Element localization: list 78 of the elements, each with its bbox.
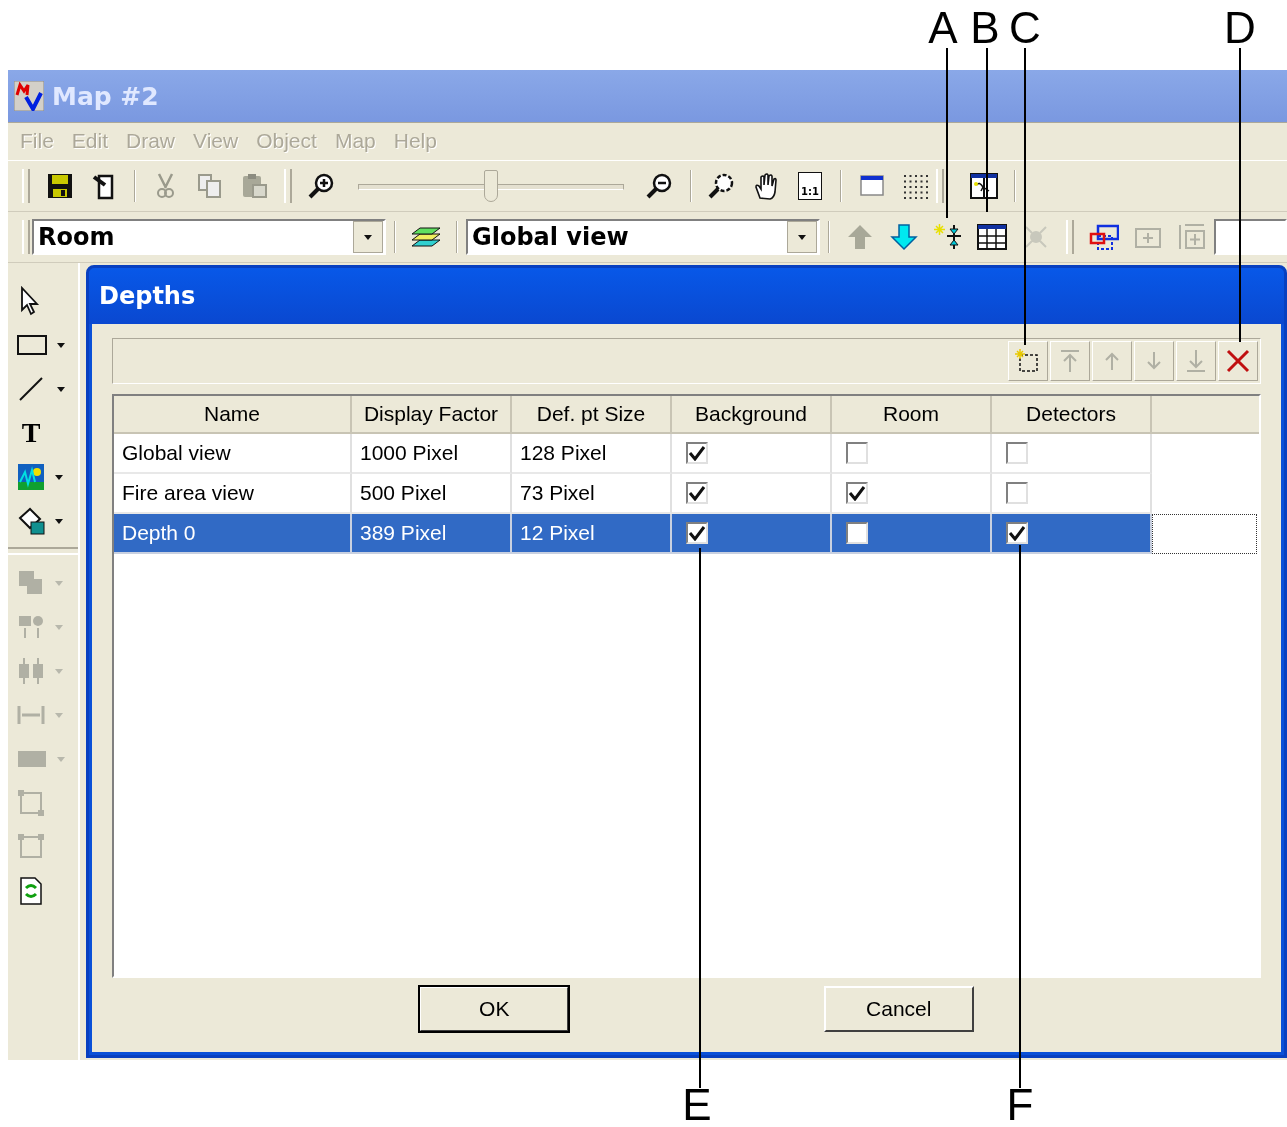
down-arrow-icon[interactable] xyxy=(890,223,918,251)
properties-icon[interactable] xyxy=(969,171,999,201)
callout-letter: E xyxy=(682,1085,712,1125)
column-header[interactable]: Def. pt Size xyxy=(512,396,672,434)
save-icon[interactable] xyxy=(46,172,74,200)
palette-divider xyxy=(8,547,78,555)
table-cell: Fire area view xyxy=(122,481,254,505)
new-depth-button[interactable] xyxy=(1008,341,1048,381)
column-header[interactable]: Room xyxy=(832,396,992,434)
layers-icon[interactable] xyxy=(410,224,442,250)
paint-bucket-icon[interactable] xyxy=(16,506,46,536)
new-depth-arrows-icon[interactable] xyxy=(933,223,963,251)
new-depth-button-icon xyxy=(1015,348,1041,374)
table-cell: Global view xyxy=(122,441,231,465)
slider-thumb[interactable] xyxy=(484,170,498,202)
frames-icon[interactable] xyxy=(1089,223,1119,251)
callout-letter: C xyxy=(1009,8,1041,48)
checkbox[interactable] xyxy=(1006,442,1028,464)
check-icon xyxy=(848,485,866,501)
view-combo[interactable]: Global view xyxy=(466,219,820,255)
table-cell: 389 Pixel xyxy=(360,521,447,545)
column-header[interactable]: Background xyxy=(672,396,832,434)
table-cell: 12 Pixel xyxy=(520,521,595,545)
toolbar-grip[interactable] xyxy=(284,169,292,203)
table-cell: 73 Pixel xyxy=(520,481,595,505)
caret-icon[interactable] xyxy=(56,341,66,349)
checkbox[interactable] xyxy=(846,482,868,504)
checkbox[interactable] xyxy=(1006,482,1028,504)
caret-icon[interactable] xyxy=(56,385,66,393)
toolbar-grip[interactable] xyxy=(22,220,30,254)
table-cell: 1000 Pixel xyxy=(360,441,459,465)
input-field[interactable] xyxy=(1214,219,1287,255)
callout-letter: D xyxy=(1224,8,1256,48)
delete-button-icon xyxy=(1225,348,1251,374)
paste-icon[interactable] xyxy=(240,172,268,200)
toolbar-grip[interactable] xyxy=(22,169,30,203)
caret-icon[interactable] xyxy=(363,233,373,241)
hand-icon[interactable] xyxy=(752,172,780,200)
column-header[interactable]: Detectors xyxy=(992,396,1152,434)
callout-letter: F xyxy=(1006,1085,1034,1125)
check-icon xyxy=(688,445,706,461)
caret-icon[interactable] xyxy=(797,233,807,241)
checkbox[interactable] xyxy=(846,442,868,464)
column-header[interactable]: Name xyxy=(114,396,352,434)
ok-button[interactable]: OK xyxy=(419,986,570,1032)
grid-icon[interactable] xyxy=(901,172,931,200)
check-icon xyxy=(688,525,706,541)
callout-letter: A xyxy=(928,8,958,48)
caret-icon[interactable] xyxy=(54,473,64,481)
delete-button[interactable] xyxy=(1218,341,1258,381)
layer-combo[interactable]: Room xyxy=(32,219,386,255)
check-icon xyxy=(1008,525,1026,541)
table-row[interactable]: Depth 0 389 Pixel 12 Pixel xyxy=(114,514,1259,554)
toolbar-grip[interactable] xyxy=(1066,220,1074,254)
check-icon xyxy=(688,485,706,501)
actual-size-button[interactable]: 1:1 xyxy=(798,172,822,200)
column-header[interactable]: Display Factor xyxy=(352,396,512,434)
table-cell: 500 Pixel xyxy=(360,481,447,505)
text-tool[interactable]: T xyxy=(16,417,46,449)
checkbox[interactable] xyxy=(846,522,868,544)
table-cell: Depth 0 xyxy=(122,521,196,545)
callout-letter: B xyxy=(970,8,1000,48)
table-cell: 128 Pixel xyxy=(520,441,607,465)
table-icon[interactable] xyxy=(976,222,1008,252)
checkbox[interactable] xyxy=(686,522,708,544)
checkbox[interactable] xyxy=(1006,522,1028,544)
app-icon xyxy=(14,81,44,111)
toolbar-grip[interactable] xyxy=(936,169,944,203)
dropdown-button[interactable] xyxy=(787,221,817,253)
checkbox[interactable] xyxy=(686,442,708,464)
caret-icon[interactable] xyxy=(54,517,64,525)
checkbox[interactable] xyxy=(686,482,708,504)
dropdown-button[interactable] xyxy=(353,221,383,253)
image-icon[interactable] xyxy=(16,462,46,492)
table-row[interactable]: Global view 1000 Pixel 128 Pixel xyxy=(114,434,1259,474)
cancel-button[interactable]: Cancel xyxy=(823,986,974,1032)
window-title: Map #2 xyxy=(52,81,159,111)
dialog-title: Depths xyxy=(99,282,196,310)
